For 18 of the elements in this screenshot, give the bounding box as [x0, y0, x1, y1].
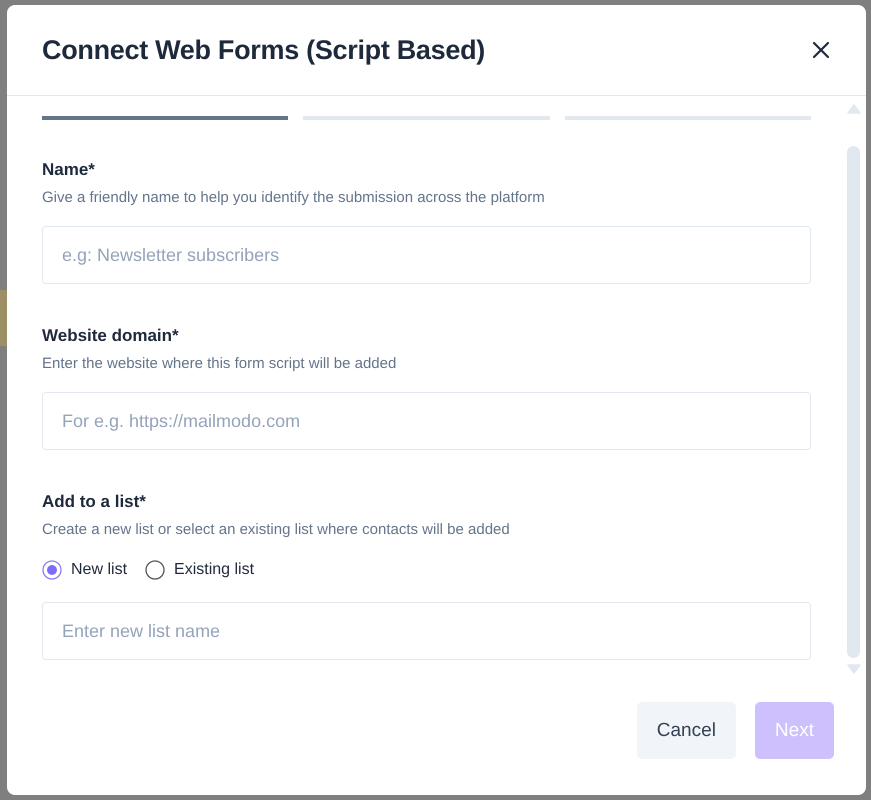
background-fragment: [0, 290, 7, 346]
radio-option[interactable]: New list: [42, 560, 128, 580]
scrollbar-thumb[interactable]: [847, 146, 860, 658]
text-field[interactable]: For e.g. https://mailmodo.com: [42, 392, 811, 450]
scroll-up-icon[interactable]: [846, 104, 860, 114]
secondary-button[interactable]: Cancel: [636, 702, 736, 759]
field-description: Give a friendly name to help you identify the submission across the platform: [42, 189, 546, 206]
close-icon[interactable]: [812, 41, 830, 59]
field-description: Enter the website where this form script will be added: [42, 355, 398, 372]
field-label: Add to a list*: [42, 492, 147, 512]
field-label: Name*: [42, 160, 96, 180]
radio-option[interactable]: Existing list: [145, 560, 254, 580]
text-field[interactable]: e.g: Newsletter subscribers: [42, 226, 811, 284]
text-field[interactable]: Enter new list name: [42, 602, 811, 660]
field-label: Website domain*: [42, 326, 180, 346]
dialog-title: Connect Web Forms (Script Based): [42, 34, 485, 66]
field-description: Create a new list or select an existing list where contacts will be added: [42, 521, 511, 538]
scroll-down-icon[interactable]: [846, 664, 860, 674]
